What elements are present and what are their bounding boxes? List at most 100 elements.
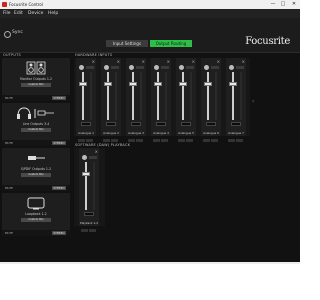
fader-track[interactable] [85,162,87,210]
fader-handle[interactable] [154,82,162,86]
stereo-button[interactable]: STEREO [52,96,66,100]
mute-solo-buttons[interactable] [203,127,219,142]
mute-button[interactable]: MUTE [5,140,13,146]
title-bar: Focusrite Control — □ ✕ [0,0,300,9]
fader-track[interactable] [82,72,84,120]
fader-track[interactable] [232,72,234,120]
custom-mix-button[interactable]: Custom Mix [21,83,51,87]
fader-track[interactable] [132,72,134,120]
menu-file[interactable]: File [3,9,11,18]
mute-solo-buttons[interactable] [153,127,169,142]
mute-solo-buttons[interactable] [178,127,194,142]
level-meter [215,72,217,120]
loopback-icon [27,197,45,210]
mute-solo-buttons[interactable] [128,127,144,142]
fader-handle[interactable] [204,82,212,86]
pan-display [136,66,144,69]
remove-icon[interactable]: × [92,59,95,64]
fader-track[interactable] [207,72,209,120]
fader-handle[interactable] [129,82,137,86]
stereo-button[interactable]: STEREO [52,141,66,145]
fader-handle[interactable] [229,82,237,86]
minimize-button[interactable]: — [268,0,278,9]
status-bar [0,262,300,264]
menu-device[interactable]: Device [28,9,43,18]
tab-output-routing[interactable]: Output Routing [150,40,192,47]
pan-knob[interactable] [79,65,84,70]
output-name: S/PDIF Outputs 1-2 [20,167,52,171]
output-name: Monitor Outputs 1-2 [19,77,53,81]
level-meter [93,162,95,210]
scroll-right-icon[interactable]: › [252,98,254,105]
pan-knob[interactable] [154,65,159,70]
input-label: Analogue 3 [128,131,144,135]
pan-knob[interactable] [204,65,209,70]
fader-track[interactable] [157,72,159,120]
pan-knob[interactable] [229,65,234,70]
close-button[interactable]: ✕ [289,0,299,9]
fader-track[interactable] [107,72,109,120]
input-label: Analogue 1 [78,131,94,135]
fader-track[interactable] [182,72,184,120]
toolbar: Sync Input Settings Output Routing Focus… [0,18,300,53]
hardware-inputs-panel: × Analogue 1 × Analogue 2 × Analogue 3 ×… [74,58,250,142]
output-footer: MUTE STEREO [2,95,70,101]
mute-button[interactable]: MUTE [5,185,13,191]
fader-handle[interactable] [79,82,87,86]
custom-mix-button[interactable]: Custom Mix [21,128,51,132]
menu-help[interactable]: Help [48,9,58,18]
pan-display [186,66,194,69]
pan-display [86,66,94,69]
input-label: Analogue 2 [103,131,119,135]
fader-handle[interactable] [104,82,112,86]
remove-icon[interactable]: × [167,59,170,64]
sync-label[interactable]: Sync [12,30,23,35]
mute-solo-buttons[interactable] [78,127,94,142]
sync-icon[interactable] [4,31,11,38]
custom-mix-button[interactable]: Custom Mix [21,218,51,222]
gain-readout [84,212,94,216]
gain-readout [81,122,91,126]
input-label: Analogue 6 [203,131,219,135]
stereo-button[interactable]: STEREO [52,231,66,235]
custom-mix-button[interactable]: Custom Mix [21,173,51,177]
fader-handle[interactable] [179,82,187,86]
playback-label: Playback 1-2 [80,221,98,225]
input-strip: × Analogue 4 [151,58,171,142]
gain-readout [131,122,141,126]
outputs-heading: OUTPUTS [3,53,21,57]
menu-edit[interactable]: Edit [14,9,23,18]
input-strip: × Analogue 3 [126,58,146,142]
pan-knob[interactable] [104,65,109,70]
remove-icon[interactable]: × [192,59,195,64]
fader-handle[interactable] [82,172,90,176]
headphones-icon [17,107,54,119]
gain-readout [106,122,116,126]
mute-solo-buttons[interactable] [103,127,119,142]
remove-icon[interactable]: × [117,59,120,64]
remove-icon[interactable]: × [217,59,220,64]
remove-icon[interactable]: × [242,59,245,64]
input-strip: × Analogue 1 [76,58,96,142]
software-playback-panel: × Playback 1-2 [74,148,105,232]
pan-knob[interactable] [82,155,87,160]
tab-input-settings[interactable]: Input Settings [106,40,148,47]
gain-readout [181,122,191,126]
outputs-panel: Monitor Outputs 1-2 Custom Mix MUTE STER… [2,58,70,236]
mute-solo-buttons[interactable] [228,127,244,142]
app-window: Focusrite Control — □ ✕ File Edit Device… [0,0,300,262]
pan-display [111,66,119,69]
mute-button[interactable]: MUTE [5,230,13,236]
mute-solo-buttons[interactable] [81,217,97,232]
remove-icon[interactable]: × [142,59,145,64]
maximize-button[interactable]: □ [278,0,288,9]
menu-bar: File Edit Device Help [0,9,300,18]
pan-knob[interactable] [129,65,134,70]
pan-display [236,66,244,69]
mute-button[interactable]: MUTE [5,95,13,101]
level-meter [190,72,192,120]
pan-knob[interactable] [179,65,184,70]
stereo-button[interactable]: STEREO [52,186,66,190]
gain-readout [206,122,216,126]
remove-icon[interactable]: × [95,149,98,154]
